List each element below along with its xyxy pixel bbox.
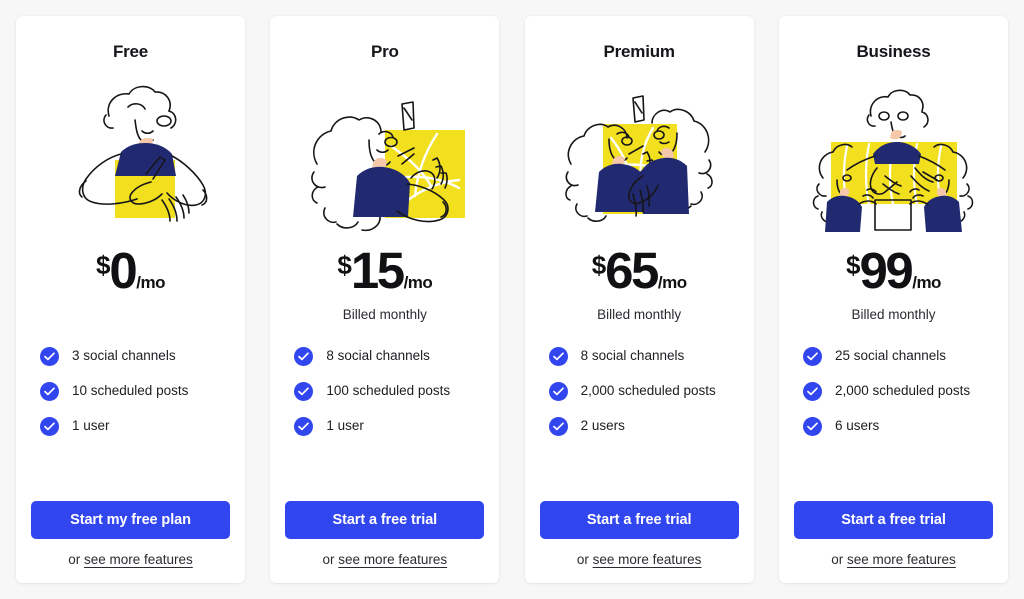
plan-card-free[interactable]: Free $ 0 /mo 3 social channels 10 schedu… [16, 16, 245, 583]
feature-label: 2,000 scheduled posts [834, 383, 971, 399]
plan-title: Pro [370, 42, 399, 61]
feature-label: 2,000 scheduled posts [580, 383, 716, 399]
start-trial-button[interactable]: Start a free trial [539, 501, 739, 539]
price-amount: 99 [859, 242, 913, 299]
check-circle-icon [40, 417, 59, 436]
price-line: $65/mo [592, 245, 687, 296]
sub-prefix: or [68, 552, 84, 567]
cta-area: Start my free plan or see more features [31, 501, 230, 567]
see-more-features-link[interactable]: see more features [593, 552, 702, 567]
price-amount: 0 [109, 242, 137, 299]
feature-label: 10 scheduled posts [72, 383, 189, 399]
price-block: $15/mo Billed monthly [337, 245, 432, 323]
list-item: 1 user [40, 417, 230, 436]
feature-label: 100 scheduled posts [326, 383, 451, 399]
price-block: $99/mo Billed monthly [846, 245, 941, 323]
cta-area: Start a free trial or see more features [285, 501, 485, 567]
check-circle-icon [40, 347, 59, 366]
person-pointing-at-board-illustration [285, 66, 485, 241]
plan-title: Free [112, 42, 149, 61]
start-trial-button[interactable]: Start a free trial [285, 501, 485, 539]
list-item: 1 user [294, 417, 484, 436]
check-circle-icon [294, 347, 314, 366]
sub-prefix: or [322, 552, 339, 567]
feature-label: 8 social channels [326, 348, 430, 364]
check-circle-icon [802, 347, 822, 366]
price-currency: $ [591, 250, 607, 280]
price-currency: $ [337, 250, 352, 280]
list-item: 3 social channels [40, 347, 230, 366]
two-people-at-board-illustration [539, 66, 739, 241]
person-writing-illustration [31, 66, 231, 241]
plan-title: Premium [603, 42, 675, 61]
plan-card-pro[interactable]: Pro $ 15 /mo Billed monthly 8 social cha… [270, 16, 500, 583]
see-more-features-link[interactable]: see more features [847, 552, 956, 567]
billing-note: Billed monthly [851, 307, 936, 322]
check-circle-icon [548, 347, 568, 366]
start-plan-button[interactable]: Start my free plan [31, 501, 230, 539]
see-more-features-link[interactable]: see more features [84, 552, 193, 567]
list-item: 25 social channels [802, 347, 993, 366]
plan-card-premium[interactable]: Premium $ 65 /mo Billed monthly 8 social… [524, 16, 754, 583]
see-more-features-link[interactable]: see more features [338, 552, 447, 567]
check-circle-icon [802, 382, 822, 401]
cta-area: Start a free trial or see more features [793, 501, 993, 567]
list-item: 100 scheduled posts [294, 382, 484, 401]
feature-label: 8 social channels [580, 348, 685, 364]
see-more-features-row: or see more features [68, 552, 193, 567]
list-item: 10 scheduled posts [40, 382, 230, 401]
feature-label: 3 social channels [72, 348, 176, 364]
price-line: $0/mo [95, 242, 166, 299]
price-amount: 65 [605, 242, 659, 299]
plan-title: Business [856, 42, 931, 61]
price-block: $65/mo Billed monthly [592, 245, 687, 323]
check-circle-icon [802, 417, 822, 436]
price-period: /mo [403, 273, 433, 292]
price-line: $99/mo [846, 245, 941, 296]
cta-area: Start a free trial or see more features [539, 501, 739, 567]
check-circle-icon [294, 382, 314, 401]
price-period: /mo [657, 273, 687, 292]
start-trial-button[interactable]: Start a free trial [793, 501, 993, 539]
feature-list: 3 social channels 10 scheduled posts 1 u… [31, 347, 230, 436]
plan-card-business[interactable]: Business $ 99 /mo Billed monthly 25 soci… [778, 16, 1008, 583]
check-circle-icon [40, 382, 59, 401]
feature-label: 1 user [326, 418, 364, 434]
see-more-features-row: or see more features [323, 552, 448, 567]
price-period: /mo [136, 273, 166, 292]
feature-list: 25 social channels 2,000 scheduled posts… [794, 347, 993, 436]
price-period: /mo [912, 273, 941, 292]
three-people-team-board-illustration [793, 66, 993, 241]
check-circle-icon [294, 417, 314, 436]
list-item: 6 users [802, 417, 993, 436]
pricing-plans-grid: Free $ 0 /mo 3 social channels 10 schedu… [0, 0, 1024, 599]
price-block: $0/mo [95, 242, 166, 323]
see-more-features-row: or see more features [577, 552, 702, 567]
feature-list: 8 social channels 2,000 scheduled posts … [540, 347, 739, 436]
list-item: 8 social channels [294, 347, 484, 366]
list-item: 8 social channels [548, 347, 739, 366]
see-more-features-row: or see more features [831, 552, 956, 567]
sub-prefix: or [831, 552, 847, 567]
check-circle-icon [548, 382, 568, 401]
billing-note: Billed monthly [597, 307, 682, 322]
price-amount: 15 [350, 242, 405, 299]
feature-label: 25 social channels [834, 348, 947, 364]
feature-list: 8 social channels 100 scheduled posts 1 … [285, 347, 484, 436]
billing-note: Billed monthly [342, 307, 427, 322]
feature-label: 2 users [580, 418, 625, 434]
price-currency: $ [846, 250, 861, 280]
price-currency: $ [95, 250, 111, 280]
check-circle-icon [548, 417, 568, 436]
list-item: 2,000 scheduled posts [802, 382, 993, 401]
feature-label: 6 users [834, 418, 880, 434]
sub-prefix: or [576, 552, 593, 567]
list-item: 2 users [548, 417, 739, 436]
price-line: $15/mo [337, 245, 432, 296]
list-item: 2,000 scheduled posts [548, 382, 739, 401]
feature-label: 1 user [72, 418, 110, 434]
